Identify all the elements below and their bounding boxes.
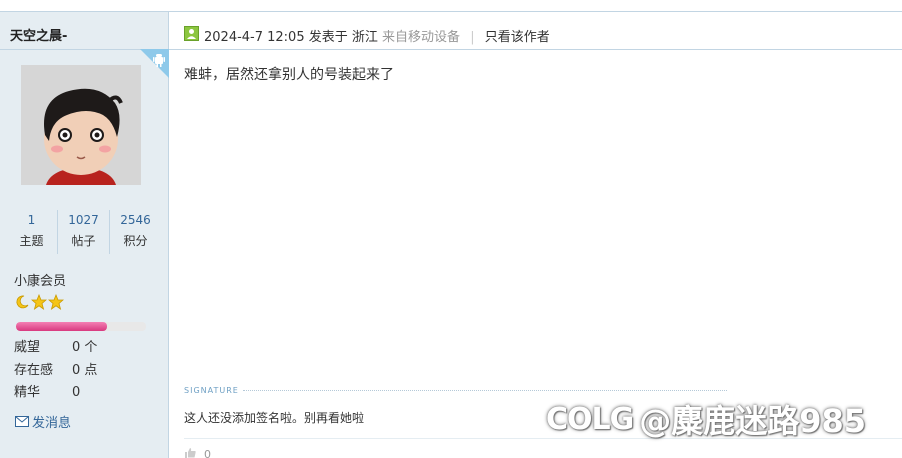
signature-divider: [242, 389, 727, 391]
signature-heading: SIGNATURE: [184, 383, 727, 397]
top-border: [0, 0, 902, 12]
author-sidebar: 天空之晨- 1 主题 1027 帖子 2546 积分 小康会员 威望 0 个 存…: [0, 12, 169, 458]
envelope-icon: [15, 416, 29, 427]
author-credits: 威望 0 个 存在感 0 点 精华 0: [14, 337, 164, 405]
post-content: 难蚌，居然还拿别人的号装起来了: [184, 67, 394, 83]
like-count: 0: [204, 448, 211, 458]
level-progress-fill: [16, 322, 107, 331]
post-meta: 2024-4-7 12:05 发表于 浙江 来自移动设备 | 只看该作者: [204, 26, 550, 45]
avatar[interactable]: [21, 65, 141, 185]
online-status-icon: [184, 26, 199, 41]
credit-presence: 存在感 0 点: [14, 360, 164, 383]
watermark: COLG @麋鹿迷路985: [546, 396, 866, 442]
user-icon: [187, 29, 196, 39]
post-actions: 0: [184, 448, 211, 458]
android-icon: [140, 49, 169, 78]
star-icon: [48, 294, 64, 310]
watermark-logo: COLG: [546, 401, 634, 437]
send-message-label: 发消息: [32, 416, 72, 431]
stat-label: 主题: [19, 234, 44, 248]
credit-label: 存在感: [14, 362, 54, 378]
stat-label: 积分: [123, 234, 148, 248]
author-stats: 1 主题 1027 帖子 2546 积分: [6, 210, 161, 254]
moon-icon: [16, 295, 29, 309]
stat-posts[interactable]: 1027 帖子: [57, 210, 109, 254]
signature-text: 这人还没添加签名啦。别再看她啦: [184, 411, 365, 425]
stat-value: 2546: [120, 213, 151, 227]
signature-title: SIGNATURE: [184, 385, 239, 395]
post-location: 发表于 浙江: [308, 30, 378, 45]
author-name[interactable]: 天空之晨-: [10, 25, 67, 44]
avatar-image: [21, 65, 141, 185]
credit-digest: 精华 0: [14, 382, 164, 405]
star-icon: [31, 294, 47, 310]
credit-prestige: 威望 0 个: [14, 337, 164, 360]
post-source: 来自移动设备: [382, 30, 461, 45]
watermark-text: @麋鹿迷路985: [639, 402, 867, 440]
user-rank[interactable]: 小康会员: [14, 270, 66, 289]
thumbs-up-icon[interactable]: [184, 448, 196, 458]
credit-label: 精华: [14, 385, 41, 400]
only-author-link[interactable]: 只看该作者: [485, 30, 550, 45]
stat-value: 1027: [68, 213, 99, 227]
stat-points[interactable]: 2546 积分: [109, 210, 161, 254]
meta-separator: |: [470, 30, 475, 45]
post-header: 2024-4-7 12:05 发表于 浙江 来自移动设备 | 只看该作者: [169, 13, 902, 50]
credit-value: 0: [72, 385, 81, 400]
credit-label: 威望: [14, 340, 41, 355]
stat-value: 1: [27, 213, 36, 227]
stat-label: 帖子: [71, 234, 96, 248]
credit-value: 0 点: [72, 362, 98, 378]
stat-threads[interactable]: 1 主题: [6, 210, 57, 254]
post-datetime: 2024-4-7 12:05: [204, 30, 305, 45]
level-progress-bar: [16, 322, 146, 331]
rank-stars: [14, 294, 64, 310]
send-message-button[interactable]: 发消息: [15, 412, 71, 431]
credit-value: 0 个: [72, 340, 98, 355]
